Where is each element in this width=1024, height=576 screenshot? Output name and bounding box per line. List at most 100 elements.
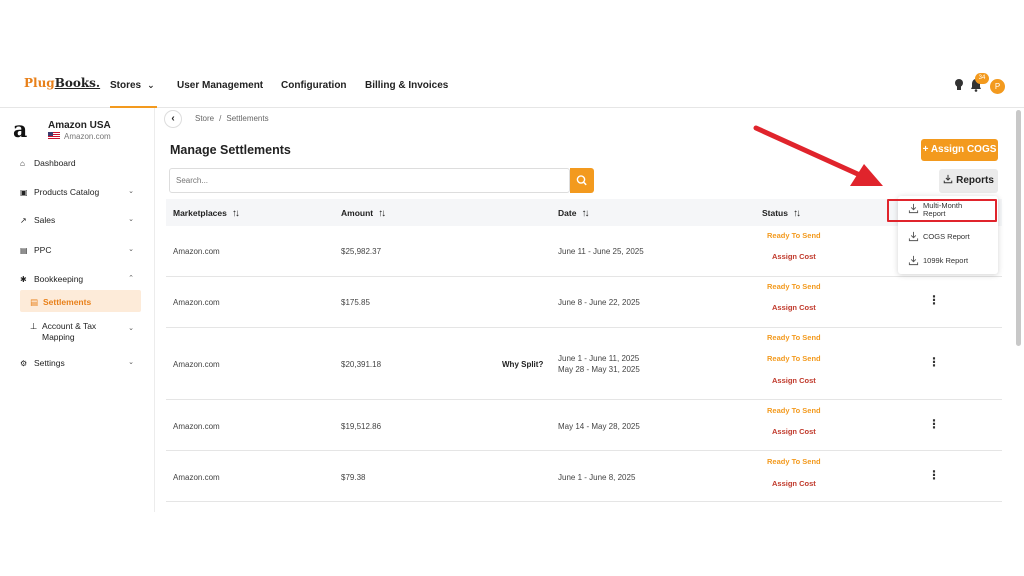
sidebar-item-label: Sales <box>34 215 56 225</box>
table-cell-amount: $19,512.86 <box>341 422 382 431</box>
bookkeeping-icon: ✱ <box>20 275 27 284</box>
page-title: Manage Settlements <box>170 143 291 157</box>
assign-cost-link[interactable]: Assign Cost <box>772 303 816 312</box>
chart-icon: ↗ <box>20 216 27 225</box>
notification-badge: 34 <box>975 73 989 84</box>
sidebar-item-label: Products Catalog <box>34 187 100 197</box>
assign-cost-link[interactable]: Assign Cost <box>772 427 816 436</box>
sidebar-item-products-catalog[interactable]: ▣ Products Catalog ⌄ <box>20 187 140 201</box>
gear-icon: ⚙ <box>20 359 28 368</box>
mapping-icon: ⊥ <box>30 321 38 331</box>
breadcrumb-current: Settlements <box>226 114 269 123</box>
row-actions-icon[interactable]: ⋮ <box>928 417 940 433</box>
avatar[interactable]: P <box>990 79 1005 94</box>
nav-billing-invoices[interactable]: Billing & Invoices <box>365 80 448 91</box>
table-cell-date: June 1 - June 8, 2025 <box>558 473 636 482</box>
sort-icon: ↑↓ <box>792 208 801 219</box>
catalog-icon: ▣ <box>20 188 28 197</box>
sidebar-item-label: Dashboard <box>34 158 76 168</box>
annotation-highlight-box <box>887 199 997 222</box>
row-actions-icon[interactable]: ⋮ <box>928 468 940 484</box>
chevron-down-icon: ⌄ <box>147 80 155 90</box>
sidebar-item-dashboard[interactable]: ⌂ Dashboard <box>20 158 140 172</box>
sidebar-item-ppc[interactable]: ▤ PPC ⌄ <box>20 245 140 259</box>
row-divider <box>166 276 1002 277</box>
table-cell-marketplace: Amazon.com <box>173 298 220 307</box>
column-date[interactable]: Date ↑↓ <box>558 208 589 219</box>
column-label: Amount <box>341 208 374 218</box>
menu-item-1099k-report[interactable]: 1099k Report <box>908 255 968 266</box>
status-ready-to-send: Ready To Send <box>767 354 821 363</box>
table-cell-marketplace: Amazon.com <box>173 247 220 256</box>
row-divider <box>166 399 1002 400</box>
us-flag-icon <box>48 132 60 140</box>
breadcrumb-store[interactable]: Store <box>195 114 214 123</box>
sidebar-item-account-tax-mapping[interactable]: ⊥ Account & Tax Mapping ⌄ <box>30 321 140 343</box>
store-name: Amazon USA <box>48 120 111 131</box>
column-label: Status <box>762 208 788 218</box>
sidebar-item-settings[interactable]: ⚙ Settings ⌄ <box>20 358 140 372</box>
sort-icon: ↑↓ <box>231 208 240 219</box>
assign-cost-link[interactable]: Assign Cost <box>772 252 816 261</box>
assign-cost-link[interactable]: Assign Cost <box>772 479 816 488</box>
top-nav: PlugBooks. Stores ⌄ User Management Confi… <box>0 64 1024 108</box>
table-cell-amount: $20,391.18 <box>341 360 382 369</box>
scrollbar-thumb[interactable] <box>1016 110 1021 346</box>
column-status[interactable]: Status ↑↓ <box>762 208 801 219</box>
sidebar-item-bookkeeping[interactable]: ✱ Bookkeeping ⌃ <box>20 274 140 288</box>
sidebar: a Amazon USA Amazon.com ⌂ Dashboard ▣ Prod… <box>0 108 155 512</box>
table-cell-date: June 8 - June 22, 2025 <box>558 298 640 307</box>
breadcrumb: Store / Settlements <box>195 114 269 123</box>
download-icon <box>943 174 953 184</box>
status-ready-to-send: Ready To Send <box>767 457 821 466</box>
sidebar-item-label: Account & Tax Mapping <box>42 321 97 342</box>
chevron-down-icon: ⌄ <box>128 188 134 195</box>
search-icon <box>576 175 587 186</box>
logo-text-books: Books. <box>54 76 101 90</box>
menu-item-label: 1099k Report <box>923 256 969 265</box>
reports-button[interactable]: Reports <box>939 169 998 193</box>
status-ready-to-send: Ready To Send <box>767 333 821 342</box>
search-input[interactable] <box>169 168 570 193</box>
nav-configuration[interactable]: Configuration <box>281 80 347 91</box>
column-label: Date <box>558 208 577 218</box>
sidebar-item-label: Settings <box>34 358 65 368</box>
nav-user-management[interactable]: User Management <box>177 80 263 91</box>
assign-cost-link[interactable]: Assign Cost <box>772 376 816 385</box>
status-ready-to-send: Ready To Send <box>767 231 821 240</box>
amazon-logo-icon: a <box>13 117 28 143</box>
status-ready-to-send: Ready To Send <box>767 282 821 291</box>
table-cell-date: June 1 - June 11, 2025 <box>558 354 640 363</box>
lightbulb-icon[interactable] <box>953 78 965 92</box>
plugbooks-logo[interactable]: PlugBooks. <box>24 76 100 90</box>
row-divider <box>166 327 1002 328</box>
table-cell-date: June 11 - June 25, 2025 <box>558 247 644 256</box>
reports-label: Reports <box>956 175 994 186</box>
breadcrumb-separator: / <box>219 114 222 123</box>
assign-cogs-button[interactable]: + Assign COGS <box>921 139 998 161</box>
row-actions-icon[interactable]: ⋮ <box>928 355 940 371</box>
nav-stores-label: Stores <box>110 80 142 91</box>
why-split-link[interactable]: Why Split? <box>502 360 543 369</box>
sidebar-item-settlements[interactable]: ▤ Settlements <box>30 297 91 308</box>
column-marketplaces[interactable]: Marketplaces ↑↓ <box>173 208 240 219</box>
search-button[interactable] <box>570 168 594 193</box>
chevron-down-icon: ⌄ <box>128 359 134 366</box>
sidebar-item-sales[interactable]: ↗ Sales ⌄ <box>20 215 140 229</box>
sort-icon: ↑↓ <box>581 208 589 219</box>
chevron-down-icon: ⌄ <box>128 246 134 253</box>
table-cell-amount: $175.85 <box>341 298 370 307</box>
sort-icon: ↑↓ <box>378 208 386 219</box>
column-amount[interactable]: Amount ↑↓ <box>341 208 386 219</box>
table-cell-date-secondary: May 28 - May 31, 2025 <box>558 365 640 374</box>
status-ready-to-send: Ready To Send <box>767 406 821 415</box>
back-button[interactable]: ‹ <box>164 110 182 128</box>
table-cell-marketplace: Amazon.com <box>173 422 220 431</box>
row-actions-icon[interactable]: ⋮ <box>928 293 940 309</box>
download-icon <box>908 255 919 266</box>
chevron-down-icon: ⌄ <box>128 325 134 332</box>
chevron-down-icon: ⌄ <box>128 216 134 223</box>
row-divider <box>166 501 1002 502</box>
menu-item-cogs-report[interactable]: COGS Report <box>908 231 970 242</box>
nav-stores[interactable]: Stores ⌄ <box>110 80 157 108</box>
